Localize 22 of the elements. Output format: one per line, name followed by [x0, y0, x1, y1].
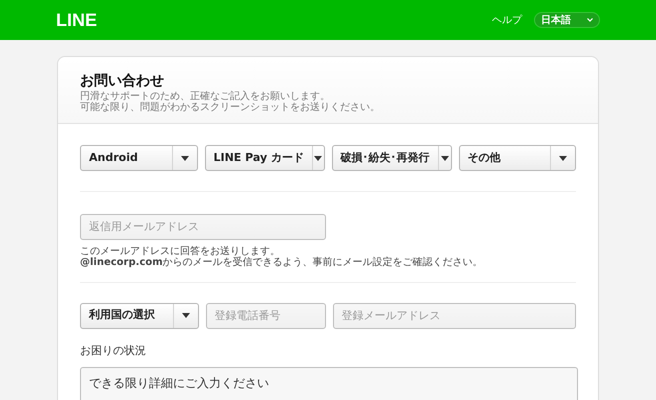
- chevron-down-icon: [587, 18, 593, 22]
- note-text: このメールアドレスに回答をお送りします。: [80, 246, 281, 256]
- intro-text: 可能な限り、問題がわかるスクリーンショットをお送りください。: [80, 102, 381, 113]
- caret-icon: [440, 156, 448, 160]
- form-title: お問い合わせ: [80, 72, 165, 91]
- dropdown-select[interactable]: LINE Pay カード: [204, 145, 324, 171]
- caret-icon: [559, 156, 567, 160]
- dropdown-select[interactable]: Android: [80, 145, 198, 171]
- email-field[interactable]: 登録メールアドレス: [332, 302, 576, 328]
- reply-email-field[interactable]: 返信用メールアドレス: [80, 214, 326, 240]
- caret-icon: [182, 313, 190, 318]
- intro-text: 円滑なサポートのため、正確なご記入をお願いします。: [80, 91, 331, 102]
- details-textarea[interactable]: できる限り詳細にご入力ください: [80, 367, 578, 400]
- caret-icon: [180, 156, 188, 160]
- logo: LINE: [56, 8, 98, 32]
- dropdown-select[interactable]: 破損･紛失･再発行: [332, 145, 452, 171]
- dropdown-select[interactable]: その他: [458, 145, 576, 171]
- situation-label: お困りの状況: [80, 342, 147, 358]
- note-text: @linecorp.comからのメールを受信できるよう、事前にメール設定をご確認ください。: [80, 256, 484, 268]
- phone-field[interactable]: 登録電話番号: [206, 302, 326, 328]
- dropdown-select[interactable]: 利用国の選択: [80, 302, 199, 328]
- caret-icon: [314, 156, 322, 160]
